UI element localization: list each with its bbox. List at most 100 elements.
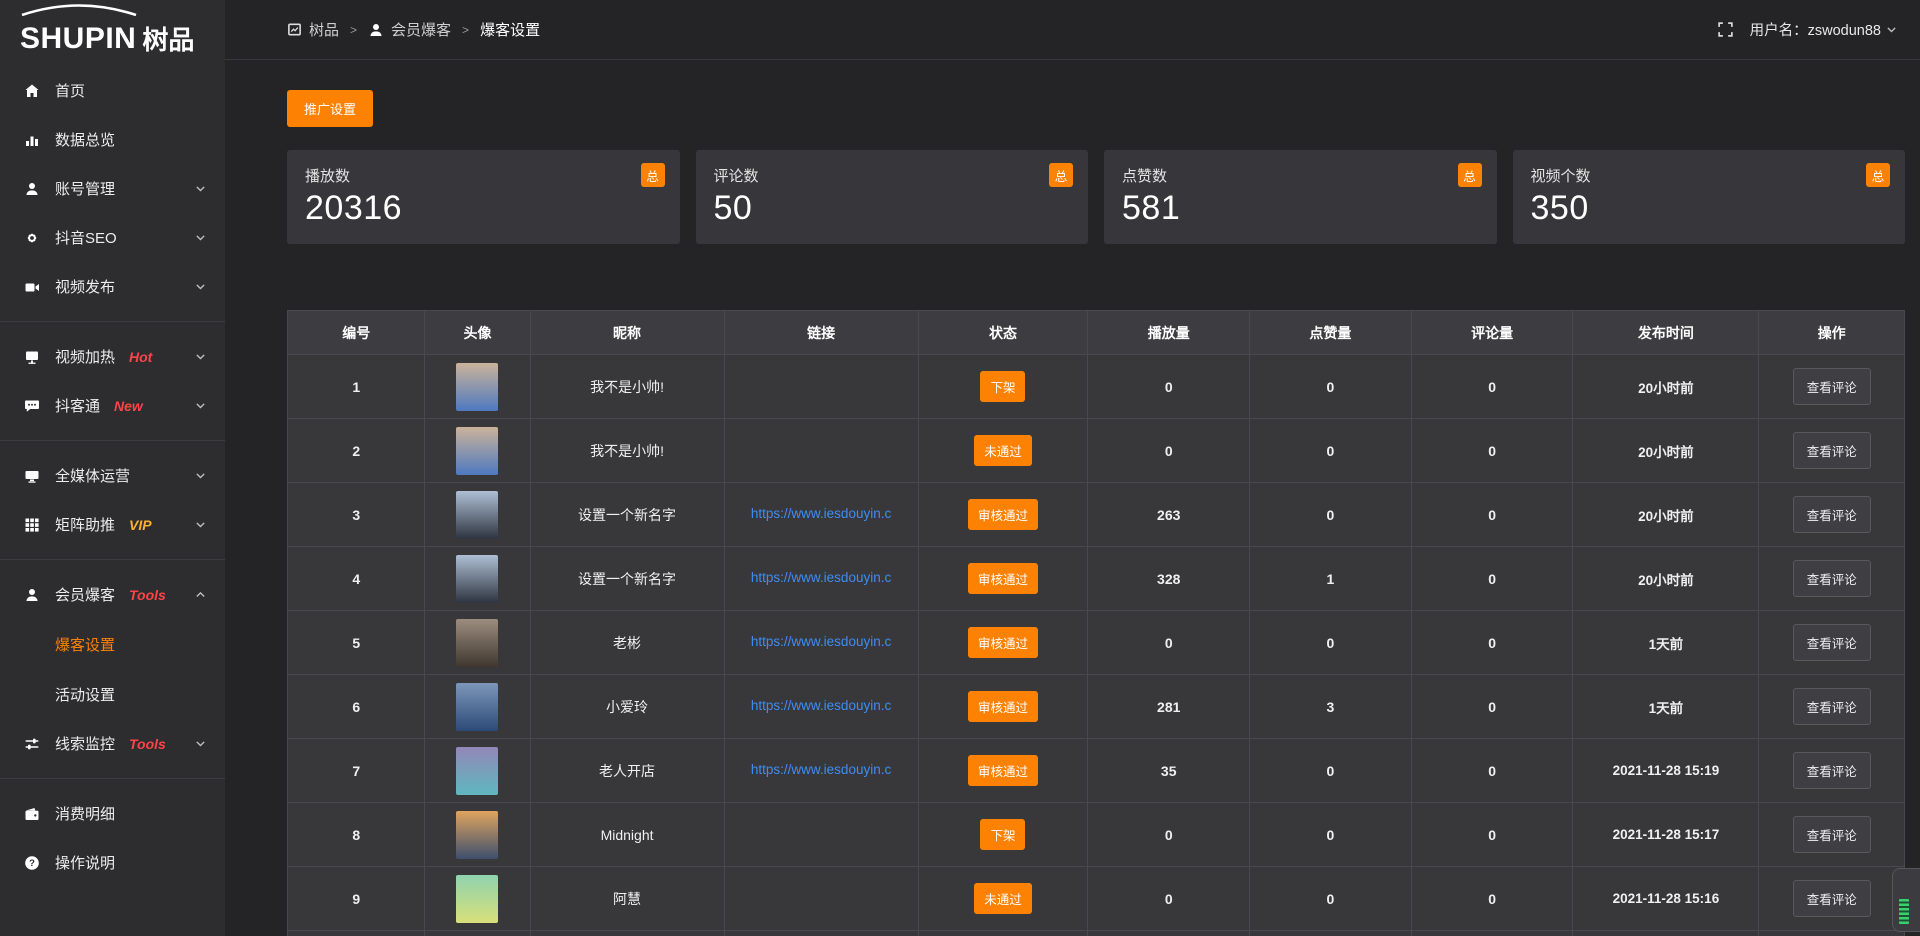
total-badge: 总 — [641, 163, 665, 187]
table-row: 4设置一个新名字https://www.iesdouyin.c审核通过32810… — [288, 547, 1905, 611]
row-action-cell: 查看评论 — [1759, 675, 1905, 739]
avatar — [456, 491, 498, 539]
fullscreen-icon[interactable] — [1717, 21, 1734, 38]
sidebar-item-douyin-seo[interactable]: 抖音SEO — [0, 213, 225, 262]
status-badge: 下架 — [980, 819, 1025, 850]
view-comments-button[interactable]: 查看评论 — [1793, 880, 1871, 917]
row-plays-cell: 0 — [1088, 419, 1250, 483]
view-comments-button[interactable]: 查看评论 — [1793, 432, 1871, 469]
sidebar-item-operation-guide[interactable]: ?操作说明 — [0, 838, 225, 887]
row-id-cell — [288, 931, 425, 936]
row-avatar-cell — [425, 675, 530, 739]
avatar — [456, 683, 498, 731]
sidebar-item-tag: Hot — [129, 349, 152, 365]
logo-arc — [18, 3, 140, 16]
row-plays-cell: 328 — [1088, 547, 1250, 611]
wallet-icon — [24, 806, 42, 822]
sidebar-item-data-overview[interactable]: 数据总览 — [0, 115, 225, 164]
view-comments-button[interactable]: 查看评论 — [1793, 816, 1871, 853]
row-nickname-cell: 我不是小帅! — [530, 419, 724, 483]
sidebar-item-video-heat[interactable]: 视频加热 Hot — [0, 332, 225, 381]
sidebar-subitem-baoke-settings[interactable]: 爆客设置 — [0, 619, 225, 669]
breadcrumb-label: 会员爆客 — [391, 19, 451, 40]
column-header: 评论量 — [1411, 311, 1573, 355]
floating-widget[interactable] — [1892, 868, 1920, 932]
sidebar-divider — [0, 559, 225, 560]
table-header-row: 编号头像昵称链接状态播放量点赞量评论量发布时间操作 — [288, 311, 1905, 355]
row-plays-cell: 0 — [1088, 803, 1250, 867]
row-nickname-cell: 阿慧 — [530, 867, 724, 931]
sidebar-item-label: 线索监控 — [55, 733, 115, 754]
user-menu[interactable]: 用户名：zswodun88 — [1750, 19, 1898, 40]
row-plays-cell: 281 — [1088, 675, 1250, 739]
brand-name-cn: 树品 — [142, 27, 194, 54]
breadcrumb-item-shupin[interactable]: 树品 — [287, 19, 339, 40]
row-time-cell: 2021-11-28 15:17 — [1573, 803, 1759, 867]
sidebar-divider — [0, 440, 225, 441]
sidebar-item-label: 抖音SEO — [55, 227, 117, 248]
row-plays-cell: 35 — [1088, 739, 1250, 803]
video-link[interactable]: https://www.iesdouyin.c — [751, 634, 891, 649]
video-link[interactable]: https://www.iesdouyin.c — [751, 762, 891, 777]
sidebar-item-clue-monitor[interactable]: 线索监控Tools — [0, 719, 225, 768]
sidebar-item-tag: New — [114, 398, 143, 414]
promo-settings-button[interactable]: 推广设置 — [287, 90, 373, 127]
sidebar-item-consume-detail[interactable]: 消费明细 — [0, 789, 225, 838]
content: 推广设置 播放数20316总评论数50总点赞数581总视频个数350总 编号头像… — [225, 60, 1920, 936]
row-status-cell: 未通过 — [918, 867, 1088, 931]
grid-icon — [24, 517, 42, 533]
chevron-down-icon — [194, 737, 207, 750]
stat-card: 评论数50总 — [696, 150, 1089, 244]
view-comments-button[interactable]: 查看评论 — [1793, 496, 1871, 533]
row-link-cell: https://www.iesdouyin.c — [724, 611, 918, 675]
row-action-cell: 查看评论 — [1759, 739, 1905, 803]
view-comments-button[interactable]: 查看评论 — [1793, 688, 1871, 725]
sidebar-item-label: 全媒体运营 — [55, 465, 130, 486]
row-likes-cell: 0 — [1250, 867, 1412, 931]
sidebar-item-account-manage[interactable]: 账号管理 — [0, 164, 225, 213]
sidebar-item-home[interactable]: 首页 — [0, 66, 225, 115]
video-link[interactable]: https://www.iesdouyin.c — [751, 570, 891, 585]
dashboard-icon — [287, 22, 302, 37]
row-id-cell: 5 — [288, 611, 425, 675]
stat-card-value: 50 — [714, 189, 1071, 228]
column-header: 编号 — [288, 311, 425, 355]
sidebar-item-member-baoke[interactable]: 会员爆客Tools — [0, 570, 225, 619]
sidebar-item-label: 会员爆客 — [55, 584, 115, 605]
sidebar-item-douketong[interactable]: 抖客通New — [0, 381, 225, 430]
table-row: 2我不是小帅!未通过00020小时前查看评论 — [288, 419, 1905, 483]
row-time-cell: 20小时前 — [1573, 419, 1759, 483]
video-link[interactable]: https://www.iesdouyin.c — [751, 698, 891, 713]
avatar — [456, 747, 498, 795]
view-comments-button[interactable]: 查看评论 — [1793, 368, 1871, 405]
row-id-cell: 7 — [288, 739, 425, 803]
chevron-up-icon — [194, 588, 207, 601]
sidebar-divider — [0, 321, 225, 322]
sidebar-item-label: 视频加热 — [55, 346, 115, 367]
column-header: 发布时间 — [1573, 311, 1759, 355]
sidebar-subitem-activity-settings[interactable]: 活动设置 — [0, 669, 225, 719]
row-status-cell — [918, 931, 1088, 936]
sidebar-item-matrix-boost[interactable]: 矩阵助推VIP — [0, 500, 225, 549]
view-comments-button[interactable]: 查看评论 — [1793, 560, 1871, 597]
table-row: 1我不是小帅!下架00020小时前查看评论 — [288, 355, 1905, 419]
sidebar-item-video-publish[interactable]: 视频发布 — [0, 262, 225, 311]
row-comments-cell: 0 — [1411, 547, 1573, 611]
row-link-cell — [724, 419, 918, 483]
row-link-cell: https://www.iesdouyin.c — [724, 739, 918, 803]
chat-icon — [24, 398, 42, 414]
view-comments-button[interactable]: 查看评论 — [1793, 752, 1871, 789]
video-link[interactable]: https://www.iesdouyin.c — [751, 506, 891, 521]
row-link-cell: https://www.iesdouyin.c — [724, 483, 918, 547]
sidebar-item-all-media[interactable]: 全媒体运营 — [0, 451, 225, 500]
topbar: 树品>会员爆客>爆客设置 用户名：zswodun88 — [225, 0, 1920, 60]
breadcrumb-item-member-baoke[interactable]: 会员爆客 — [368, 19, 451, 40]
sidebar-item-label: 消费明细 — [55, 803, 115, 824]
logo: SHUPIN 树品 — [0, 0, 225, 60]
view-comments-button[interactable]: 查看评论 — [1793, 624, 1871, 661]
row-time-cell: 1天前 — [1573, 675, 1759, 739]
avatar — [456, 811, 498, 859]
row-plays-cell: 263 — [1088, 483, 1250, 547]
sidebar-item-tag: VIP — [129, 517, 152, 533]
sidebar-item-label: 首页 — [55, 80, 85, 101]
